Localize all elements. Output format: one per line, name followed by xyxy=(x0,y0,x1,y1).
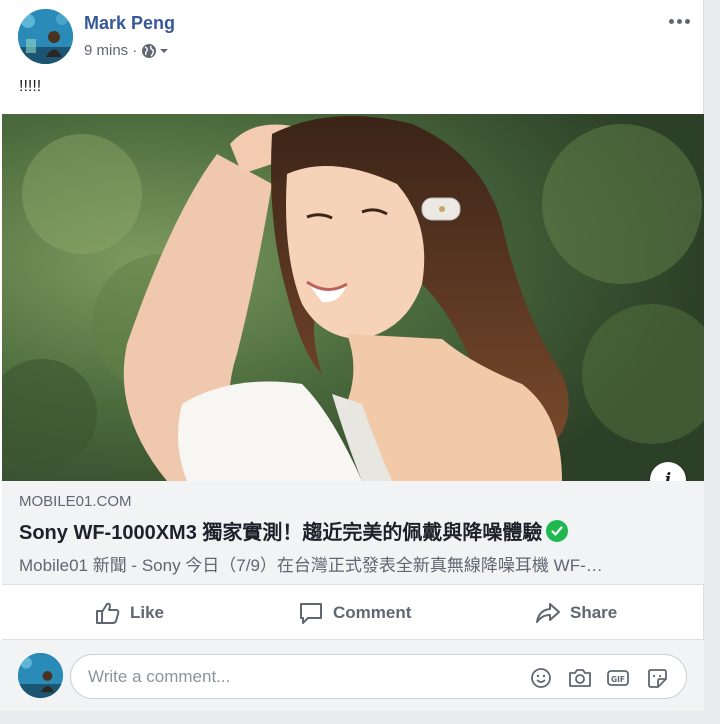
comment-button[interactable]: Comment xyxy=(298,586,411,640)
chevron-down-icon xyxy=(160,48,169,53)
link-preview-image[interactable] xyxy=(2,114,704,481)
like-button[interactable]: Like xyxy=(95,586,164,640)
share-arrow-icon xyxy=(536,603,560,623)
sticker-icon[interactable] xyxy=(644,665,670,691)
post-header: Mark Peng 9 mins · xyxy=(18,9,698,65)
post-time[interactable]: 9 mins xyxy=(84,42,128,59)
thumbs-up-icon xyxy=(96,602,120,624)
verified-check-icon xyxy=(546,519,569,542)
commenter-avatar[interactable] xyxy=(18,653,63,698)
globe-icon[interactable] xyxy=(141,43,169,59)
post-card: Mark Peng 9 mins · !!!!! i MOBILE01.COM … xyxy=(0,0,704,711)
post-text: !!!!! xyxy=(19,78,42,95)
post-meta: 9 mins · xyxy=(84,42,169,59)
link-description: Mobile01 新聞 - Sony 今日（7/9）在台灣正式發表全新真無線降噪… xyxy=(19,556,603,575)
svg-text:GIF: GIF xyxy=(611,675,625,684)
speech-bubble-icon xyxy=(300,603,322,624)
share-button[interactable]: Share xyxy=(535,586,617,640)
comment-composer: GIF xyxy=(0,640,704,711)
more-options-icon[interactable] xyxy=(666,11,692,31)
smiley-icon[interactable] xyxy=(528,665,554,691)
link-domain: MOBILE01.COM xyxy=(19,493,132,510)
meta-separator: · xyxy=(132,42,138,59)
share-label: Share xyxy=(570,603,618,622)
author-name[interactable]: Mark Peng xyxy=(84,13,175,34)
comment-label: Comment xyxy=(333,603,412,622)
comment-input-wrapper: GIF xyxy=(70,654,687,699)
author-avatar[interactable] xyxy=(18,9,73,64)
link-title-row[interactable]: Sony WF-1000XM3 獨家實測！趨近完美的佩戴與降噪體驗 xyxy=(19,516,569,545)
gif-icon[interactable]: GIF xyxy=(605,665,631,691)
link-preview[interactable]: MOBILE01.COM Sony WF-1000XM3 獨家實測！趨近完美的佩… xyxy=(2,481,704,585)
like-label: Like xyxy=(130,603,165,622)
link-title[interactable]: Sony WF-1000XM3 獨家實測！趨近完美的佩戴與降噪體驗 xyxy=(19,516,542,545)
action-bar: Like Comment Share xyxy=(2,586,704,640)
comment-input[interactable] xyxy=(88,665,508,689)
camera-icon[interactable] xyxy=(567,665,593,691)
